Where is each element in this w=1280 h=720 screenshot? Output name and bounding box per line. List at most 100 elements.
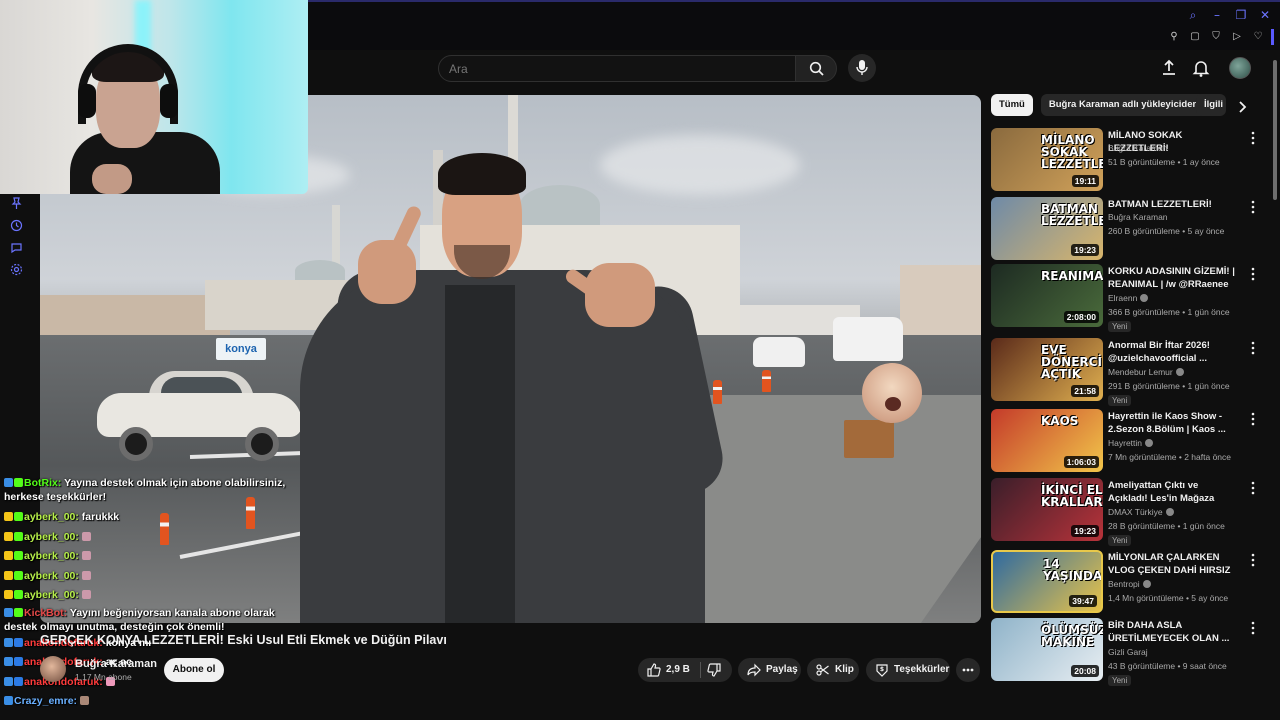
left-hand	[358, 240, 416, 304]
video-duration: 19:11	[1071, 175, 1099, 187]
recommendation-item[interactable]: REANIMAL 2:08:00 KORKU ADASININ GİZEMİ! | …	[991, 264, 1255, 332]
recommendation-title[interactable]: Ameliyattan Çıktı ve Açıkladı! Les'in Ma…	[1108, 479, 1238, 506]
video-thumbnail[interactable]: REANIMAL 2:08:00	[991, 264, 1103, 327]
thumbnail-text: İKİNCİ EL KRALLARI	[1041, 483, 1103, 509]
search-button[interactable]	[795, 55, 837, 82]
chat-username[interactable]: BotRix:	[24, 477, 61, 489]
cat-overlay	[862, 363, 922, 423]
sword-badge-icon	[4, 607, 13, 617]
account-avatar[interactable]	[1229, 57, 1251, 79]
chat-username[interactable]: ayberk_00:	[24, 531, 79, 543]
recommendation-item[interactable]: KAOS 1:06:03 Hayrettin ile Kaos Show - 2.S…	[991, 409, 1255, 475]
close-window-icon[interactable]: ✕	[1258, 8, 1272, 22]
channel-name[interactable]: Buğra Karaman	[75, 658, 157, 670]
traffic-cone	[713, 380, 722, 404]
chat-username[interactable]: ayberk_00:	[24, 550, 79, 562]
recommendation-channel[interactable]: Buğra Karaman	[1108, 143, 1168, 153]
search-input[interactable]	[439, 56, 795, 81]
super-thanks-icon: $	[876, 664, 888, 677]
recommendation-title[interactable]: Anormal Bir İftar 2026! @uzielchavooffic…	[1108, 339, 1238, 365]
clip-button[interactable]: Klip	[807, 658, 859, 682]
more-vertical-icon[interactable]	[1250, 267, 1256, 281]
more-vertical-icon[interactable]	[1250, 621, 1256, 635]
recommendation-item[interactable]: BATMAN LEZZETLERİ 19:23 BATMAN LEZZETLERİ!…	[991, 197, 1255, 263]
like-icon[interactable]	[647, 663, 661, 677]
bot-badge-icon	[14, 607, 23, 617]
trash-bin	[844, 420, 894, 458]
more-vertical-icon[interactable]	[1250, 131, 1256, 145]
chat-username[interactable]: KickBot:	[24, 607, 67, 619]
recommendation-channel[interactable]: Mendebur Lemur	[1108, 367, 1184, 377]
chat-message: Crazy_emre:	[4, 692, 304, 712]
subscribe-button[interactable]: Abone ol	[164, 658, 224, 682]
clock-icon[interactable]	[10, 219, 23, 232]
crown-badge-icon	[4, 551, 13, 560]
chat-icon[interactable]	[10, 241, 23, 254]
channel-avatar[interactable]	[40, 656, 66, 682]
play-icon[interactable]: ▷	[1231, 31, 1243, 43]
share-button[interactable]: Paylaş	[738, 658, 801, 682]
sub-badge-icon	[14, 590, 23, 599]
recommendation-channel[interactable]: Elraenn	[1108, 293, 1149, 303]
recommendation-channel[interactable]: Buğra Karaman	[1108, 212, 1168, 222]
recommendation-title[interactable]: MİLYONLAR ÇALARKEN VLOG ÇEKEN DAHİ HIRSI…	[1108, 551, 1238, 577]
more-vertical-icon[interactable]	[1250, 412, 1256, 426]
chevron-right-icon[interactable]	[1233, 98, 1251, 116]
pin-icon[interactable]: ⚲	[1168, 31, 1180, 43]
video-thumbnail[interactable]: EVE DÖNERCİ AÇTIK 21:58	[991, 338, 1103, 401]
chat-username[interactable]: ayberk_00:	[24, 589, 79, 601]
channel-label: Buğra Karaman	[1108, 212, 1168, 222]
more-vertical-icon[interactable]	[1250, 200, 1256, 214]
channel-label: Buğra Karaman	[1108, 143, 1168, 153]
recommendation-title[interactable]: KORKU ADASININ GİZEMİ! | REANIMAL | /w @…	[1108, 265, 1238, 292]
recommendation-item[interactable]: ÖLÜMSÜZ MAKİNE 20:08 BİR DAHA ASLA ÜRETİLM…	[991, 618, 1255, 686]
recommendation-title[interactable]: Hayrettin ile Kaos Show - 2.Sezon 8.Bölü…	[1108, 410, 1238, 436]
video-duration: 21:58	[1071, 385, 1099, 397]
like-count[interactable]: 2,9 B	[666, 658, 690, 682]
scrollbar-thumb[interactable]	[1273, 60, 1277, 200]
recommendation-item[interactable]: İKİNCİ EL KRALLARI 19:23 Ameliyattan Çıktı…	[991, 478, 1255, 546]
more-vertical-icon[interactable]	[1250, 553, 1256, 567]
thanks-button[interactable]: $ Teşekkürler	[866, 658, 950, 682]
recommendation-channel[interactable]: Bentropi	[1108, 579, 1151, 589]
recommendation-channel[interactable]: Hayrettin	[1108, 438, 1154, 448]
video-thumbnail[interactable]: 14 YAŞINDA 39:47	[991, 550, 1103, 613]
chip-from-uploader[interactable]: Buğra Karaman adlı yükleyiciden	[1040, 94, 1207, 116]
pin-icon[interactable]	[10, 197, 23, 210]
settings-icon[interactable]	[10, 263, 23, 276]
recommendation-channel[interactable]: DMAX Türkiye	[1108, 507, 1174, 517]
recommendation-item[interactable]: EVE DÖNERCİ AÇTIK 21:58 Anormal Bir İftar …	[991, 338, 1255, 406]
video-thumbnail[interactable]: BATMAN LEZZETLERİ 19:23	[991, 197, 1103, 260]
voice-search-button[interactable]	[848, 54, 876, 82]
chat-username[interactable]: ayberk_00:	[24, 570, 79, 582]
recommendation-title[interactable]: BİR DAHA ASLA ÜRETİLMEYECEK OLAN ...	[1108, 619, 1238, 645]
recommendation-meta: 260 B görüntüleme • 5 ay önce	[1108, 226, 1225, 236]
extension-icons: ⚲ ▢ ⛉ ▷ ♡	[1168, 31, 1264, 43]
search-window-icon[interactable]: ⌕	[1186, 8, 1200, 22]
video-thumbnail[interactable]: ÖLÜMSÜZ MAKİNE 20:08	[991, 618, 1103, 681]
chat-username[interactable]: ayberk_00:	[24, 511, 79, 523]
more-vertical-icon[interactable]	[1250, 481, 1256, 495]
recommendation-item[interactable]: 14 YAŞINDA 39:47 MİLYONLAR ÇALARKEN VLOG Ç…	[991, 550, 1255, 616]
more-actions-button[interactable]	[956, 658, 980, 682]
thumbnail-text: MİLANO SOKAK LEZZETLERİ	[1041, 133, 1103, 171]
recommendation-item[interactable]: MİLANO SOKAK LEZZETLERİ 19:11MİLANO SOKAK…	[991, 128, 1255, 194]
notifications-icon[interactable]	[1191, 58, 1211, 78]
upload-icon[interactable]	[1159, 58, 1179, 78]
share-label: Paylaş	[766, 664, 798, 675]
heart-icon[interactable]: ♡	[1252, 31, 1264, 43]
recommendation-channel[interactable]: Gizli Garaj	[1108, 647, 1148, 657]
video-thumbnail[interactable]: İKİNCİ EL KRALLARI 19:23	[991, 478, 1103, 541]
recommendation-title[interactable]: BATMAN LEZZETLERİ!	[1108, 198, 1238, 211]
minimize-icon[interactable]: –	[1210, 8, 1224, 22]
dislike-icon[interactable]	[707, 663, 721, 677]
screenshot-icon[interactable]: ▢	[1189, 31, 1201, 43]
more-vertical-icon[interactable]	[1250, 341, 1256, 355]
chip-all[interactable]: Tümü	[991, 94, 1033, 116]
video-thumbnail[interactable]: KAOS 1:06:03	[991, 409, 1103, 472]
shield-icon[interactable]: ⛉	[1210, 31, 1222, 43]
restore-icon[interactable]: ❐	[1234, 8, 1248, 22]
chip-related[interactable]: İlgili	[1196, 94, 1226, 116]
chat-username[interactable]: Crazy_emre:	[14, 695, 77, 707]
video-thumbnail[interactable]: MİLANO SOKAK LEZZETLERİ 19:11	[991, 128, 1103, 191]
